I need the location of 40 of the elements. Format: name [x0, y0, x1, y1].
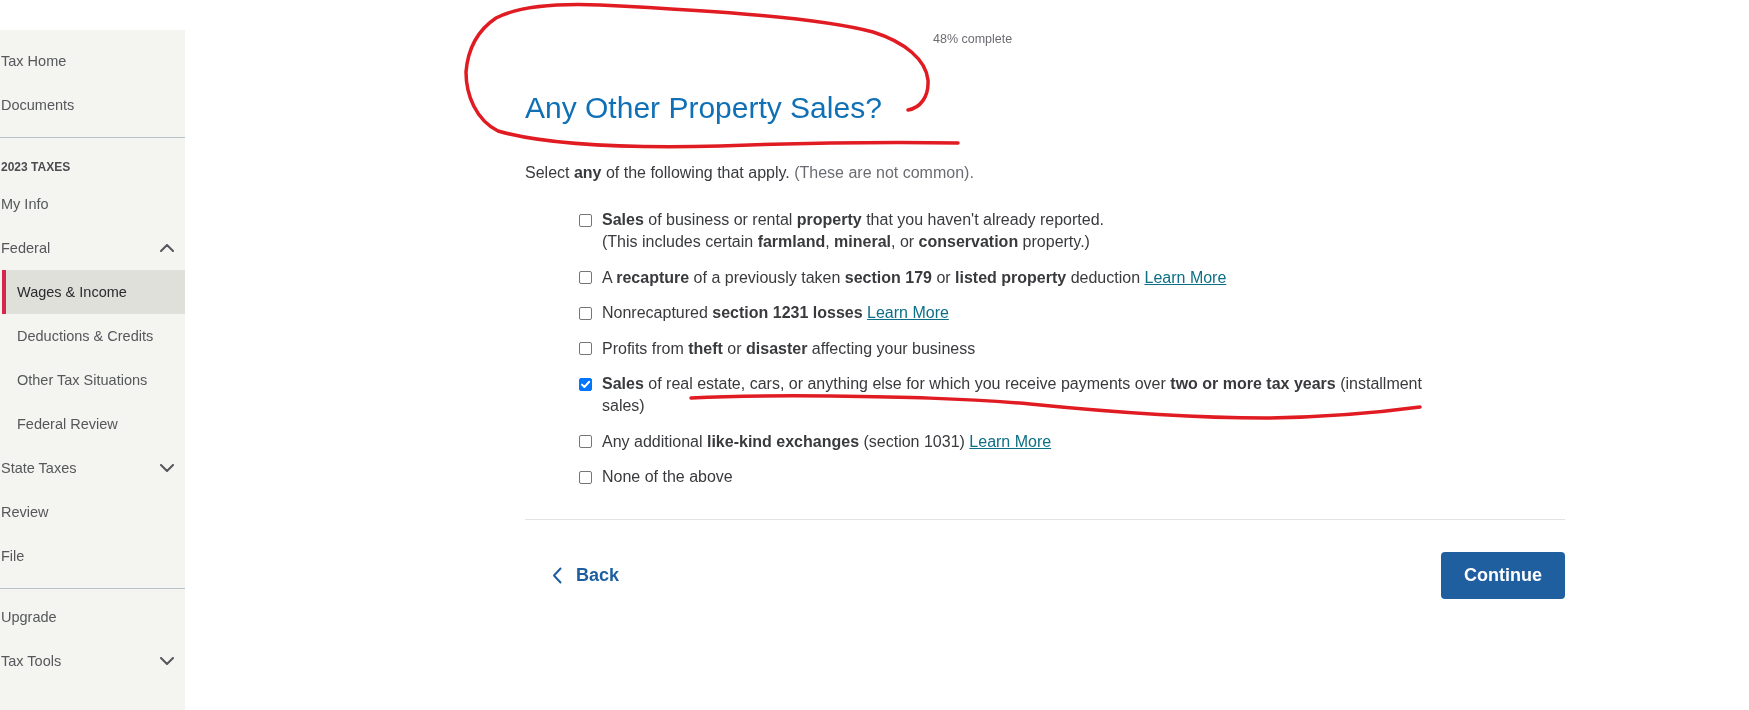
- nav-link[interactable]: Tax Home: [0, 39, 185, 83]
- section-heading: 2023 TAXES: [0, 158, 72, 176]
- option-label: None of the above: [602, 467, 734, 487]
- learn-more-link[interactable]: Learn More: [969, 432, 1052, 450]
- nav-link[interactable]: Other Tax Situations: [0, 358, 185, 402]
- nav-link[interactable]: State Taxes: [0, 446, 185, 490]
- option-label: A recapture of a previously taken section 179 or listed property deduction Learn More: [602, 267, 1228, 288]
- back-button[interactable]: Back: [552, 565, 620, 586]
- learn-more-link[interactable]: Learn More: [867, 304, 949, 321]
- continue-button[interactable]: Continue: [1441, 552, 1565, 599]
- checkmark-icon: [580, 378, 591, 390]
- chevron-left-icon: [552, 567, 562, 584]
- nav-link[interactable]: Wages & Income: [2, 270, 185, 314]
- option-label: Profits from theft or disaster affecting your business: [602, 338, 977, 359]
- learn-more-link[interactable]: Learn More: [1144, 268, 1227, 286]
- instruction-text: Select any of the following that apply.: [525, 164, 790, 181]
- nav-link[interactable]: File: [0, 534, 185, 578]
- option-note: (This includes certain farmland, mineral, or conservation property.): [602, 232, 1091, 252]
- checkbox[interactable]: [579, 470, 592, 484]
- nav-link[interactable]: Upgrade: [0, 595, 185, 639]
- checkbox[interactable]: [579, 342, 592, 355]
- page-title: Any Other Property Sales?: [525, 91, 883, 125]
- nav-link[interactable]: Federal Review: [0, 402, 185, 446]
- checkbox[interactable]: [579, 213, 592, 227]
- nav-link[interactable]: Review: [0, 490, 185, 534]
- nav-link[interactable]: Tax Tools: [0, 639, 185, 683]
- nav-link[interactable]: Deductions & Credits: [0, 314, 185, 358]
- nav-link[interactable]: Federal: [0, 226, 185, 270]
- checkbox[interactable]: [579, 435, 592, 448]
- checkbox[interactable]: [579, 271, 592, 284]
- option-label: Sales of business or rental property that you haven't already reported.: [602, 210, 1105, 230]
- instruction-note: (These are not common).: [794, 164, 974, 181]
- option-label: Sales of real estate, cars, or anything else for which you receive payments over two or more tax years (installment sales): [602, 374, 1423, 416]
- progress-text: 48% complete: [933, 32, 1014, 46]
- checkbox[interactable]: [579, 306, 592, 320]
- nav-link[interactable]: My Info: [0, 182, 185, 226]
- option-label: Any additional like-kind exchanges (section 1031) Learn More: [602, 431, 1053, 452]
- option-label: Nonrecaptured section 1231 losses Learn More: [602, 303, 950, 323]
- checkbox[interactable]: [579, 377, 592, 391]
- nav-link[interactable]: Documents: [0, 83, 185, 127]
